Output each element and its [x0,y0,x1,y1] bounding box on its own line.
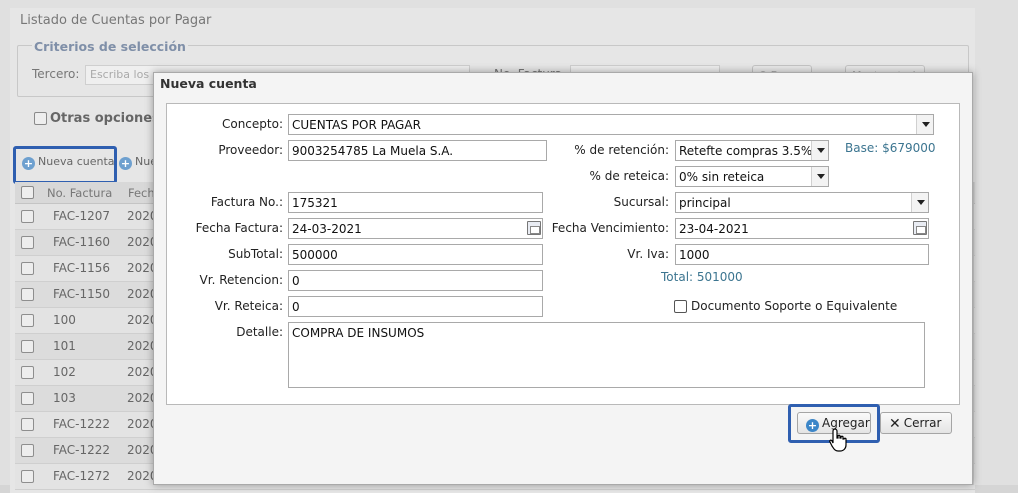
fecha-factura-label: Fecha Factura: [195,221,283,235]
cell-factura: FAC-1222 [53,417,111,431]
documento-soporte-checkbox[interactable] [674,300,687,313]
otras-opciones-checkbox[interactable] [34,112,47,125]
calendar-icon[interactable] [527,221,541,235]
documento-soporte-label: Documento Soporte o Equivalente [691,299,898,313]
cell-factura: 100 [53,313,76,327]
vr-iva-input[interactable]: 1000 [675,244,929,265]
concepto-value: CUENTAS POR PAGAR [292,118,421,132]
subtotal-label: SubTotal: [228,247,283,261]
cell-factura: FAC-1156 [53,261,111,275]
highlight-nueva-cuenta [13,146,117,184]
detalle-textarea[interactable] [288,322,925,388]
cell-factura: 103 [53,391,76,405]
reteica-select[interactable]: 0% sin reteica [675,166,829,187]
row-checkbox[interactable] [21,288,34,301]
row-checkbox[interactable] [21,418,34,431]
retencion-label: % de retención: [574,143,669,157]
plus-circle-icon: + [119,157,132,170]
hand-cursor-icon [829,428,847,452]
vr-iva-label: Vr. Iva: [627,247,669,261]
vr-reteica-label: Vr. Reteica: [214,299,283,313]
chevron-down-icon [811,167,828,186]
vr-reteica-input[interactable]: 0 [288,296,543,317]
concepto-select[interactable]: CUENTAS POR PAGAR [288,114,934,135]
retencion-value: Retefte compras 3.5% [679,144,813,158]
cell-factura: FAC-1150 [53,287,111,301]
proveedor-input[interactable]: 9003254785 La Muela S.A. [288,140,547,161]
vr-retencion-input[interactable]: 0 [288,270,543,291]
reteica-label: % de reteica: [589,169,670,183]
sucursal-select[interactable]: principal [675,192,929,213]
chevron-down-icon [916,115,933,134]
row-checkbox[interactable] [21,470,34,483]
row-checkbox[interactable] [21,366,34,379]
cerrar-button[interactable]: ✕ Cerrar [880,412,952,434]
detalle-label: Detalle: [236,325,283,339]
fecha-vencimiento-label: Fecha Vencimiento: [551,221,669,235]
dialog-title: Nueva cuenta [160,76,257,91]
sucursal-label: Sucursal: [613,195,669,209]
cell-factura: FAC-1272 [53,469,111,483]
proveedor-label: Proveedor: [218,143,283,157]
row-checkbox[interactable] [21,262,34,275]
cell-factura: 102 [53,365,76,379]
second-toolbar-button[interactable]: + Nue [119,155,157,177]
fecha-factura-input[interactable]: 24-03-2021 [288,218,543,239]
chevron-down-icon [811,141,828,160]
dialog-form: Concepto: CUENTAS POR PAGAR Proveedor: 9… [166,103,960,405]
select-all-checkbox[interactable] [21,186,34,199]
calendar-icon[interactable] [913,221,927,235]
factura-label: Factura No.: [210,195,283,209]
column-header-factura: No. Factura [47,186,113,200]
row-checkbox[interactable] [21,444,34,457]
cell-factura: 101 [53,339,76,353]
criteria-legend: Criterios de selección [32,39,188,54]
close-icon: ✕ [889,416,901,432]
cell-factura: FAC-1207 [53,209,111,223]
fecha-factura-value: 24-03-2021 [292,222,362,236]
tercero-label: Tercero: [32,67,80,81]
fecha-vencimiento-value: 23-04-2021 [679,222,749,236]
reteica-value: 0% sin reteica [679,170,765,184]
factura-input[interactable]: 175321 [288,192,543,213]
vr-retencion-label: Vr. Retencion: [199,273,283,287]
sucursal-value: principal [679,196,731,210]
row-checkbox[interactable] [21,236,34,249]
chevron-down-icon [911,193,928,212]
cell-factura: FAC-1222 [53,443,111,457]
row-checkbox[interactable] [21,392,34,405]
row-checkbox[interactable] [21,340,34,353]
fecha-vencimiento-input[interactable]: 23-04-2021 [675,218,929,239]
base-text: Base: $679000 [845,141,936,155]
retencion-select[interactable]: Retefte compras 3.5% [675,140,829,161]
concepto-label: Concepto: [221,117,283,131]
cerrar-label: Cerrar [903,416,942,430]
nueva-cuenta-dialog: Nueva cuenta Concepto: CUENTAS POR PAGAR… [153,72,973,485]
page-title: Listado de Cuentas por Pagar [20,13,212,28]
subtotal-input[interactable]: 500000 [288,244,543,265]
row-checkbox[interactable] [21,210,34,223]
cell-factura: FAC-1160 [53,235,111,249]
row-checkbox[interactable] [21,314,34,327]
total-text: Total: 501000 [661,270,743,284]
